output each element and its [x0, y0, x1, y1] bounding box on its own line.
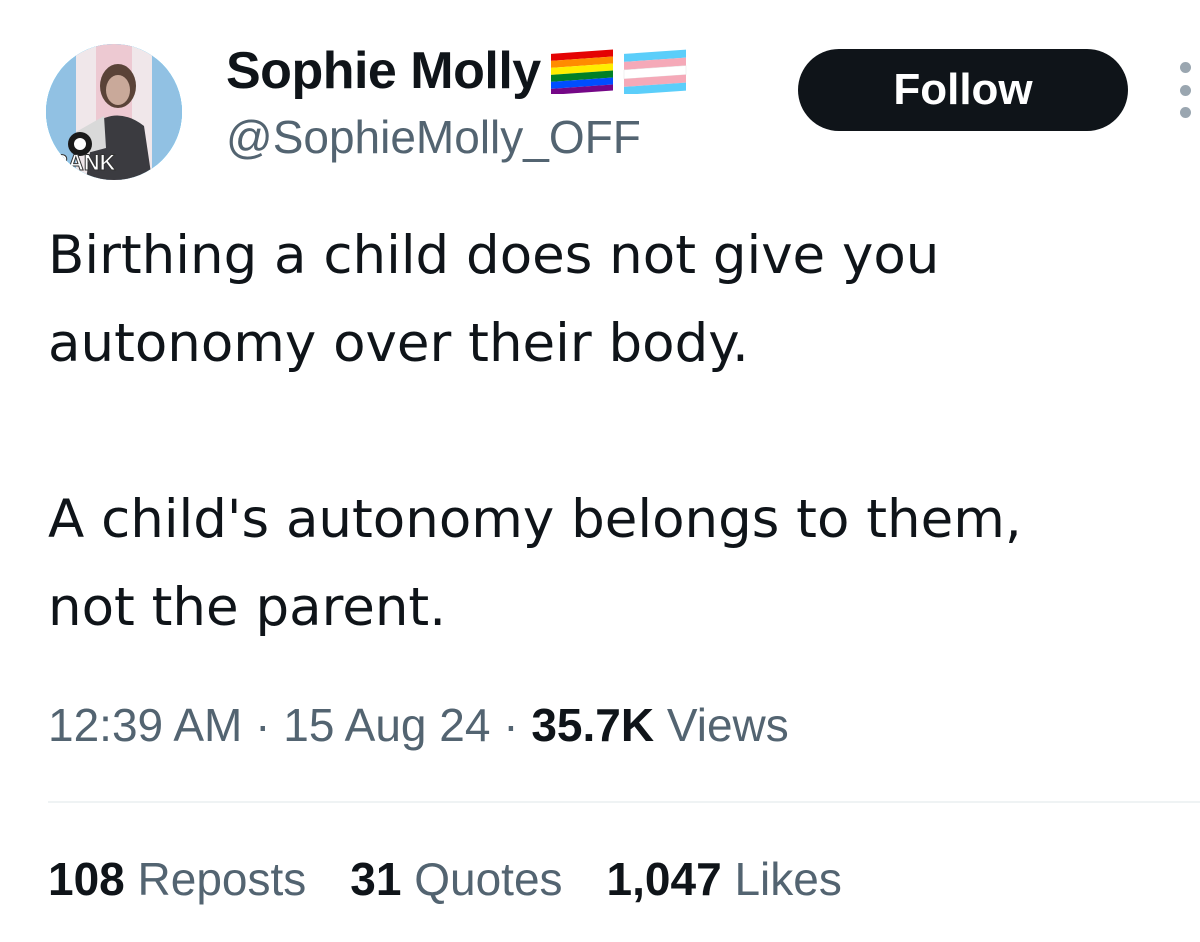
- tweet-date[interactable]: 15 Aug 24: [283, 699, 490, 751]
- avatar[interactable]: RANK: [46, 44, 182, 180]
- rainbow-flag-icon: [549, 48, 615, 94]
- quotes-label: Quotes: [414, 853, 563, 905]
- quotes-stat[interactable]: 31 Quotes: [350, 852, 562, 906]
- transgender-flag-icon: [623, 48, 689, 94]
- avatar-image: RANK: [46, 44, 182, 180]
- meta-separator: ·: [242, 699, 284, 751]
- author-display-name[interactable]: Sophie Molly: [226, 41, 541, 101]
- more-dot: [1179, 107, 1191, 118]
- meta-separator: ·: [490, 699, 532, 751]
- likes-label: Likes: [734, 853, 842, 905]
- author-name-row: Sophie Molly: [226, 40, 689, 102]
- quotes-count: 31: [350, 853, 402, 905]
- tweet-meta: 12:39 AM · 15 Aug 24 · 35.7K Views: [48, 698, 789, 752]
- divider: [48, 801, 1200, 803]
- tweet-time[interactable]: 12:39 AM: [48, 699, 242, 751]
- views-count: 35.7K: [531, 699, 655, 751]
- more-dot: [1179, 62, 1191, 73]
- follow-button[interactable]: Follow: [798, 49, 1128, 131]
- author-handle[interactable]: @SophieMolly_OFF: [226, 110, 641, 164]
- tweet-paragraph-1: Birthing a child does not give you auton…: [48, 225, 940, 374]
- reposts-label: Reposts: [137, 853, 307, 905]
- tweet-paragraph-2: A child's autonomy belongs to them, not …: [48, 489, 1022, 638]
- views-label: Views: [666, 699, 789, 751]
- likes-count: 1,047: [606, 853, 722, 905]
- more-options-icon[interactable]: [1170, 62, 1200, 118]
- avatar-sign-text: RANK: [52, 150, 116, 175]
- reposts-count: 108: [48, 853, 125, 905]
- reposts-stat[interactable]: 108 Reposts: [48, 852, 306, 906]
- likes-stat[interactable]: 1,047 Likes: [607, 852, 842, 906]
- tweet-text: Birthing a child does not give you auton…: [48, 212, 1188, 652]
- engagement-stats: 108 Reposts 31 Quotes 1,047 Likes: [48, 852, 886, 906]
- more-dot: [1179, 84, 1191, 96]
